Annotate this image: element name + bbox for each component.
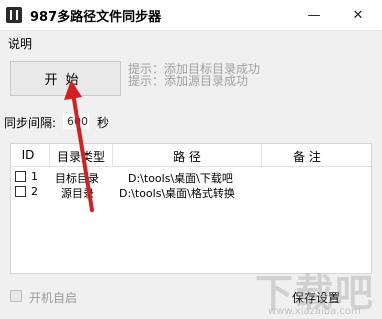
annotation-arrow-icon (64, 80, 94, 212)
